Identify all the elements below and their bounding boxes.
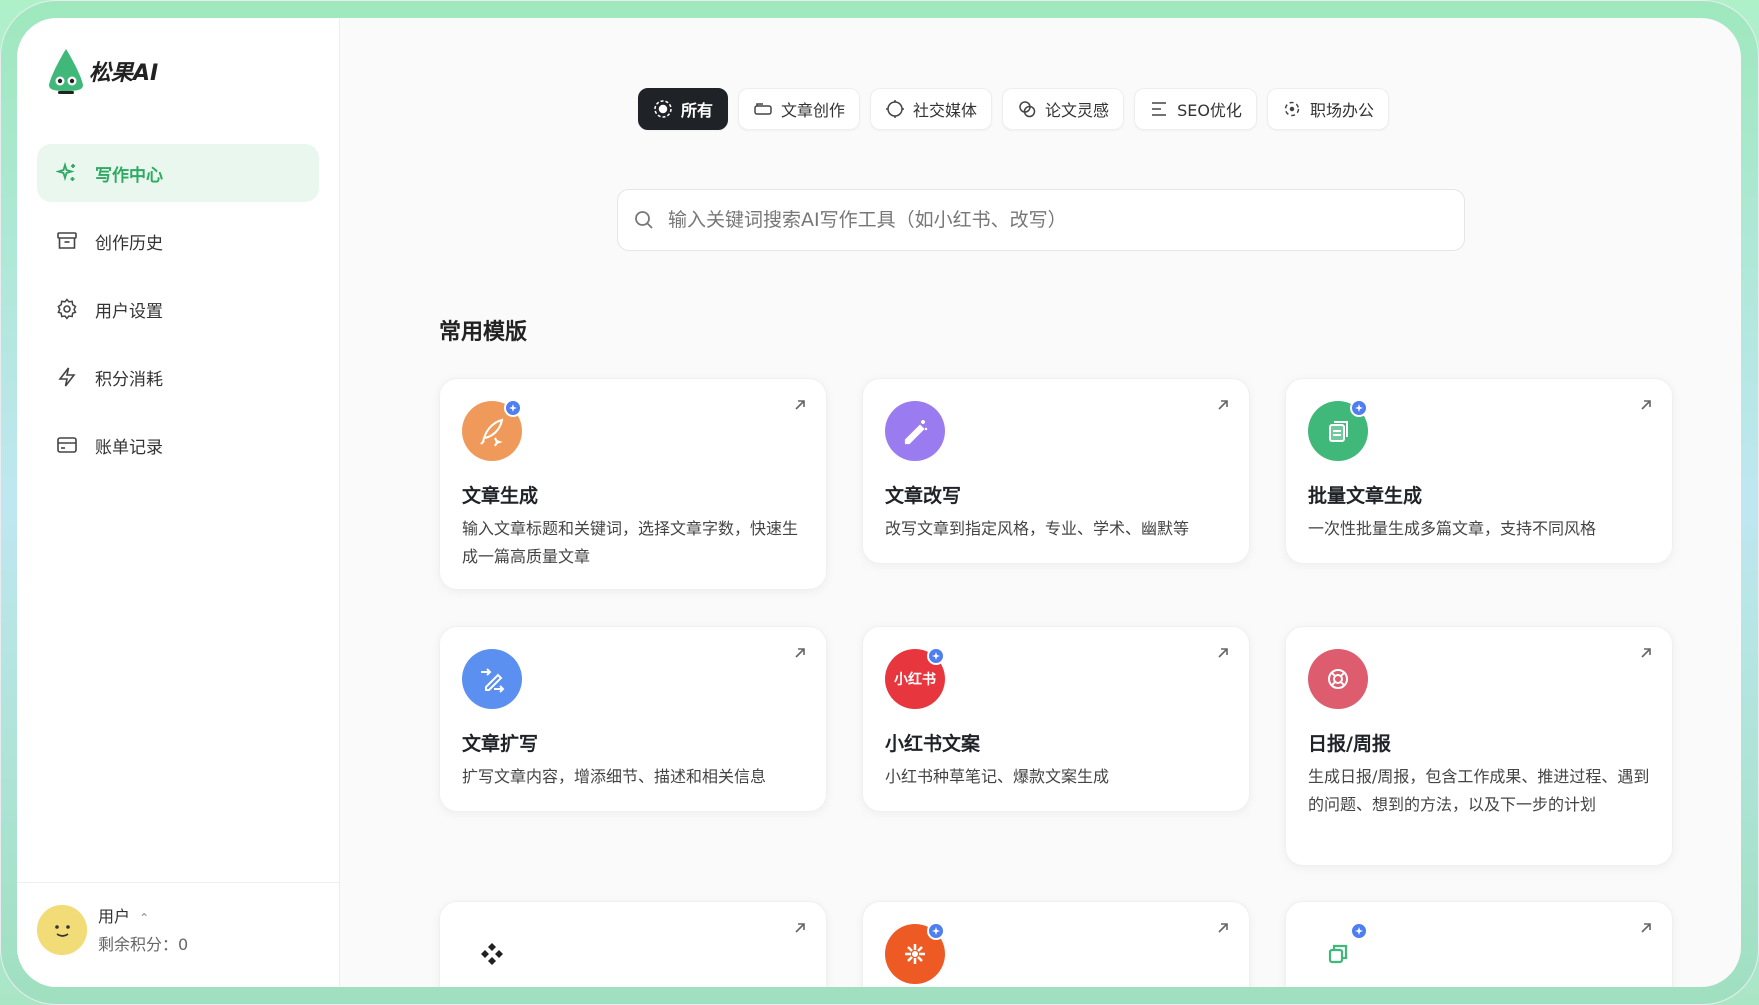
lightning-icon xyxy=(55,365,79,389)
arrow-up-right-icon xyxy=(1218,648,1228,658)
template-card-daily-weekly-report[interactable]: 日报/周报 生成日报/周报，包含工作成果、推进过程、遇到的问题、想到的方法，以及… xyxy=(1285,626,1673,866)
user-name[interactable]: 用户 ⌃ xyxy=(98,903,149,927)
arrow-up-right-icon xyxy=(795,648,805,658)
card-desc: 输入文章标题和关键词，选择文章字数，快速生成一篇高质量文章 xyxy=(462,519,799,566)
lifebuoy-icon xyxy=(1308,649,1368,709)
template-card-7[interactable] xyxy=(439,901,827,987)
circle-icon xyxy=(885,99,905,119)
arrow-up-right-icon xyxy=(1641,648,1651,658)
card-desc: 改写文章到指定风格，专业、学术、幽默等 xyxy=(885,519,1190,538)
card-title: 小红书文案 xyxy=(885,733,981,755)
card-title: 文章改写 xyxy=(885,485,962,507)
template-card-article-generate[interactable]: 文章生成 输入文章标题和关键词，选择文章字数，快速生成一篇高质量文章 xyxy=(439,378,827,590)
card-desc: 扩写文章内容，增添细节、描述和相关信息 xyxy=(462,767,767,786)
template-card-xiaohongshu[interactable]: 小红书 小红书文案 小红书种草笔记、爆款文案生成 xyxy=(862,626,1250,812)
expand-pen-icon xyxy=(462,649,522,709)
badge-icon xyxy=(927,922,945,940)
arrow-up-right-icon xyxy=(1641,400,1651,410)
search-input[interactable] xyxy=(666,208,1430,232)
arrow-up-right-icon xyxy=(795,923,805,933)
gear-icon xyxy=(55,297,79,321)
magic-pen-icon xyxy=(885,401,945,461)
diamond-icon xyxy=(462,924,522,984)
target-icon xyxy=(653,99,673,119)
template-card-article-rewrite[interactable]: 文章改写 改写文章到指定风格，专业、学术、幽默等 xyxy=(862,378,1250,564)
badge-icon xyxy=(927,647,945,665)
template-card-batch-article[interactable]: 批量文章生成 一次性批量生成多篇文章，支持不同风格 xyxy=(1285,378,1673,564)
sidebar-item-label: 用户设置 xyxy=(95,301,163,322)
dashed-circle-icon xyxy=(1282,99,1302,119)
tab-article-writing[interactable]: 文章创作 xyxy=(738,88,861,130)
tab-seo[interactable]: SEO优化 xyxy=(1134,88,1257,130)
sidebar-item-label: 账单记录 xyxy=(95,437,163,458)
card-title: 文章扩写 xyxy=(462,733,539,755)
sparkle-icon xyxy=(55,161,79,185)
template-card-9[interactable] xyxy=(1285,901,1673,987)
app-window: 松果AI 写作中心 创作历史 用户设置 积分消耗 账单记录 用户 ⌃ 剩余积分：… xyxy=(17,18,1741,987)
badge-icon xyxy=(1350,922,1368,940)
sidebar-nav: 写作中心 创作历史 用户设置 积分消耗 账单记录 xyxy=(37,144,319,484)
sidebar-item-label: 写作中心 xyxy=(95,165,163,186)
section-title: 常用模版 xyxy=(439,320,528,345)
badge-icon xyxy=(504,399,522,417)
sidebar: 松果AI 写作中心 创作历史 用户设置 积分消耗 账单记录 用户 ⌃ 剩余积分：… xyxy=(17,18,340,987)
lines-icon xyxy=(1149,99,1169,119)
user-panel[interactable]: 用户 ⌃ 剩余积分：0 xyxy=(17,882,339,987)
card-desc: 生成日报/周报，包含工作成果、推进过程、遇到的问题、想到的方法，以及下一步的计划 xyxy=(1308,767,1650,814)
chevron-updown-icon: ⌃ xyxy=(139,911,150,925)
card-desc: 一次性批量生成多篇文章，支持不同风格 xyxy=(1308,519,1597,538)
card-icon xyxy=(753,99,773,119)
sidebar-item-settings[interactable]: 用户设置 xyxy=(37,280,319,338)
archive-icon xyxy=(55,229,79,253)
card-title: 日报/周报 xyxy=(1308,733,1391,755)
sidebar-item-credits-usage[interactable]: 积分消耗 xyxy=(37,348,319,406)
sidebar-item-billing[interactable]: 账单记录 xyxy=(37,416,319,474)
arrow-up-right-icon xyxy=(1218,400,1228,410)
user-credits: 剩余积分：0 xyxy=(98,935,189,954)
tab-social-media[interactable]: 社交媒体 xyxy=(870,88,993,130)
avatar[interactable] xyxy=(37,905,87,955)
card-desc: 小红书种草笔记、爆款文案生成 xyxy=(885,767,1110,786)
main-content: 所有 文章创作 社交媒体 论文灵感 SEO优化 职场办公 输入关键词搜索AI写作… xyxy=(339,18,1741,987)
sidebar-item-history[interactable]: 创作历史 xyxy=(37,212,319,270)
pine-cone-logo-icon xyxy=(45,47,87,95)
template-card-article-expand[interactable]: 文章扩写 扩写文章内容，增添细节、描述和相关信息 xyxy=(439,626,827,812)
tab-paper-inspiration[interactable]: 论文灵感 xyxy=(1002,88,1125,130)
sidebar-item-label: 创作历史 xyxy=(95,233,163,254)
tab-all[interactable]: 所有 xyxy=(638,88,729,130)
card-title: 批量文章生成 xyxy=(1308,485,1423,507)
sidebar-item-label: 积分消耗 xyxy=(95,369,163,390)
tab-office[interactable]: 职场办公 xyxy=(1266,88,1389,130)
app-name: 松果AI xyxy=(89,61,159,86)
sidebar-item-writing-center[interactable]: 写作中心 xyxy=(37,144,319,202)
search-icon xyxy=(632,208,656,232)
category-tabs: 所有 文章创作 社交媒体 论文灵感 SEO优化 职场办公 xyxy=(638,88,1399,130)
badge-icon xyxy=(1350,399,1368,417)
template-card-8[interactable] xyxy=(862,901,1250,987)
arrow-up-right-icon xyxy=(795,400,805,410)
search-bar[interactable] xyxy=(617,189,1465,251)
credit-card-icon xyxy=(55,433,79,457)
rings-icon xyxy=(1017,99,1037,119)
logo[interactable]: 松果AI xyxy=(45,47,158,95)
card-title: 文章生成 xyxy=(462,485,539,507)
arrow-up-right-icon xyxy=(1218,923,1228,933)
arrow-up-right-icon xyxy=(1641,923,1651,933)
